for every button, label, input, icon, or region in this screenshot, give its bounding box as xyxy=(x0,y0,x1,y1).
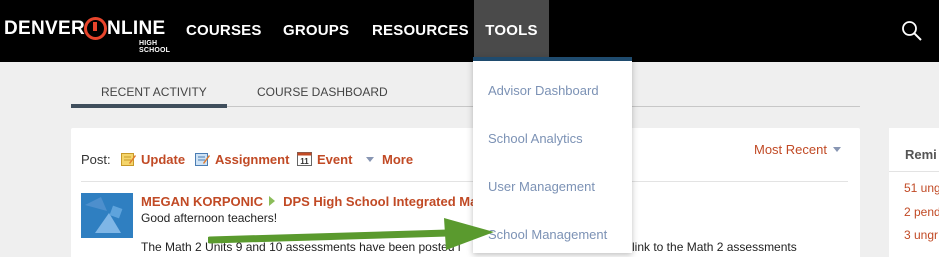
nav-courses[interactable]: COURSES xyxy=(186,0,262,62)
denver-online-logo[interactable]: DENVER NLINE HIGH SCHOOL xyxy=(4,14,176,54)
reminder-link-ungraded-2[interactable]: 3 ungr xyxy=(904,228,938,242)
chevron-down-icon xyxy=(832,147,841,152)
post-event-button[interactable]: 11 Event xyxy=(297,152,352,167)
caret-down-icon xyxy=(366,157,374,162)
post-label: Post: xyxy=(81,152,111,167)
logo-subtitle: HIGH SCHOOL xyxy=(139,40,171,54)
pencil-note-icon xyxy=(121,152,136,166)
calendar-icon: 11 xyxy=(297,152,312,166)
reminder-link-ungraded[interactable]: 51 ungr xyxy=(904,181,939,195)
search-icon[interactable] xyxy=(901,20,923,42)
active-tab-indicator xyxy=(71,104,227,108)
post-update-label: Update xyxy=(141,152,186,167)
post-bar-divider xyxy=(81,181,848,182)
menu-item-advisor-dashboard[interactable]: Advisor Dashboard xyxy=(488,83,599,98)
post-update-button[interactable]: Update xyxy=(121,152,185,167)
reminders-divider xyxy=(889,171,939,172)
menu-item-user-management[interactable]: User Management xyxy=(488,179,595,194)
logo-word-right: NLINE xyxy=(107,18,166,39)
top-navigation-bar: DENVER NLINE HIGH SCHOOL COURSES GROUPS … xyxy=(0,0,939,62)
nav-groups[interactable]: GROUPS xyxy=(283,0,349,62)
feed-author-line[interactable]: MEGAN KORPONIC DPS High School Integrated… xyxy=(141,194,477,209)
annotation-arrow-icon xyxy=(208,218,494,250)
nav-resources[interactable]: RESOURCES xyxy=(372,0,469,62)
play-arrow-icon xyxy=(269,196,276,206)
menu-item-school-management[interactable]: School Management xyxy=(488,227,607,242)
assignment-icon xyxy=(195,152,210,166)
post-more-button[interactable]: More xyxy=(366,152,413,167)
calendar-icon-text: 11 xyxy=(300,157,309,166)
menu-item-school-analytics[interactable]: School Analytics xyxy=(488,131,583,146)
logo-word-left: DENVER xyxy=(4,18,85,39)
post-body-text-continued: link to the Math 2 assessments xyxy=(632,240,797,254)
post-target-course[interactable]: DPS High School Integrated Ma xyxy=(283,194,477,209)
post-assignment-label: Assignment xyxy=(215,152,290,167)
sort-most-recent-dropdown[interactable]: Most Recent xyxy=(754,142,841,157)
post-event-label: Event xyxy=(317,152,353,167)
nav-tools[interactable]: TOOLS xyxy=(474,0,549,62)
reminder-link-pending[interactable]: 2 pend xyxy=(904,205,939,219)
sort-label: Most Recent xyxy=(754,142,827,157)
post-assignment-button[interactable]: Assignment xyxy=(195,152,289,167)
tab-recent-activity[interactable]: RECENT ACTIVITY xyxy=(101,85,207,99)
tab-course-dashboard[interactable]: COURSE DASHBOARD xyxy=(257,85,388,99)
post-more-label: More xyxy=(382,152,414,167)
power-icon xyxy=(84,17,107,40)
avatar[interactable] xyxy=(81,193,133,238)
author-name[interactable]: MEGAN KORPONIC xyxy=(141,194,263,209)
reminders-title: Remi xyxy=(905,147,937,162)
